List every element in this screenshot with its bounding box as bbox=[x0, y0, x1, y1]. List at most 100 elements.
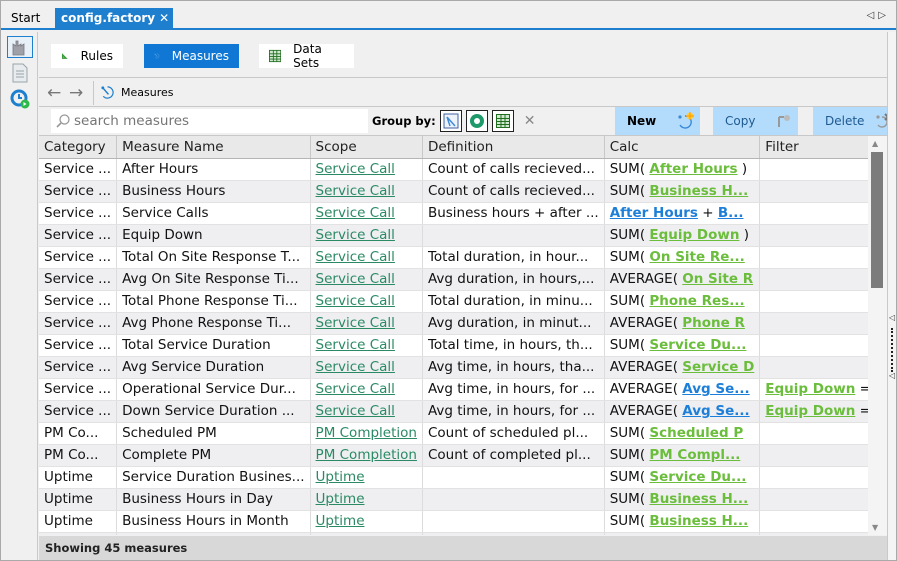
scroll-down-icon[interactable]: ▼ bbox=[872, 523, 878, 532]
calc-function: SUM( bbox=[609, 425, 646, 441]
table-row[interactable]: Service ... Business Hours Service Call Cou… bbox=[39, 180, 887, 203]
calc-reference-link[interactable]: Business H... bbox=[649, 183, 748, 199]
panel-splitter[interactable]: ◁ ◁ bbox=[887, 32, 896, 560]
calc-reference-link[interactable]: Service Du... bbox=[649, 469, 746, 485]
splitter-grip[interactable] bbox=[891, 328, 893, 372]
group-by-data-set-button[interactable] bbox=[491, 110, 514, 132]
calc-reference-link[interactable]: Phone Res... bbox=[649, 293, 744, 309]
back-arrow-icon[interactable]: ← bbox=[47, 83, 65, 103]
vertical-scrollbar[interactable]: ▲ ▼ bbox=[868, 136, 887, 535]
table-row[interactable]: Service ... Avg Service Duration Service C… bbox=[39, 356, 887, 379]
group-by-category-button[interactable] bbox=[439, 110, 462, 132]
calc-reference-link[interactable]: On Site R bbox=[682, 271, 753, 287]
scope-link[interactable]: Uptime bbox=[316, 491, 365, 507]
rail-document-button[interactable] bbox=[7, 62, 33, 84]
table-row[interactable]: Service ... Equip Down Service Call SUM( Eq… bbox=[39, 224, 887, 247]
table-row[interactable]: PM Co... Complete PM PM Completion Count of… bbox=[39, 444, 887, 467]
table-row[interactable]: Service ... Avg Phone Response Ti... Servi… bbox=[39, 312, 887, 335]
table-row[interactable]: Service ... Operational Service Dur... Ser… bbox=[39, 378, 887, 401]
cell-measure-name: Total On Site Response T... bbox=[116, 246, 311, 269]
table-row[interactable]: PM Co... Scheduled PM PM Completion Count o… bbox=[39, 422, 887, 445]
column-header-measure-name[interactable]: Measure Name bbox=[116, 136, 311, 159]
calc-operator: + bbox=[697, 205, 718, 221]
tab-measures[interactable]: Measures bbox=[144, 44, 239, 68]
scrollbar-thumb[interactable] bbox=[871, 152, 883, 288]
table-row[interactable]: Service ... Service Calls Service Call Busi… bbox=[39, 202, 887, 225]
group-by-scope-button[interactable] bbox=[465, 110, 488, 132]
scroll-right-icon[interactable]: ▷ bbox=[878, 10, 890, 21]
calc-reference-link[interactable]: On Site Re... bbox=[649, 249, 744, 265]
calc-reference-link[interactable]: Scheduled P bbox=[649, 425, 743, 441]
search-input[interactable] bbox=[74, 113, 354, 129]
forward-arrow-icon[interactable]: → bbox=[69, 83, 87, 103]
scope-link[interactable]: Service Call bbox=[316, 359, 395, 375]
scope-link[interactable]: PM Completion bbox=[316, 447, 417, 463]
table-row[interactable]: Service ... After Hours Service Call Count … bbox=[39, 158, 887, 181]
calc-reference-link[interactable]: Avg Se... bbox=[682, 403, 749, 419]
calc-function: SUM( bbox=[609, 249, 646, 265]
scope-link[interactable]: Service Call bbox=[316, 293, 395, 309]
column-header-definition[interactable]: Definition bbox=[422, 136, 605, 159]
column-header-scope[interactable]: Scope bbox=[310, 136, 423, 159]
calc-reference-link[interactable]: After Hours bbox=[610, 205, 698, 221]
scope-link[interactable]: Uptime bbox=[316, 513, 365, 529]
calc-operator: ) bbox=[737, 161, 748, 177]
filter-reference-link[interactable]: Equip Down bbox=[765, 403, 855, 419]
filter-reference-link[interactable]: Equip Down bbox=[765, 381, 855, 397]
scope-link[interactable]: Service Call bbox=[316, 161, 395, 177]
tab-config-factory[interactable]: config.factory ✕ bbox=[55, 8, 174, 28]
calc-reference-link[interactable]: Equip Down bbox=[649, 227, 739, 243]
calc-reference-link[interactable]: Service Du... bbox=[649, 337, 746, 353]
scope-link[interactable]: Service Call bbox=[316, 249, 395, 265]
new-button[interactable]: New bbox=[615, 107, 700, 135]
tab-data-sets[interactable]: Data Sets bbox=[259, 42, 354, 70]
close-icon[interactable]: ✕ bbox=[159, 11, 169, 25]
scope-link[interactable]: Uptime bbox=[316, 469, 365, 485]
scroll-left-icon[interactable]: ◁ bbox=[867, 10, 879, 21]
table-row[interactable]: Service ... Avg On Site Response Ti... Ser… bbox=[39, 268, 887, 291]
cell-measure-name: Complete PM bbox=[116, 444, 311, 467]
tab-start[interactable]: Start bbox=[5, 8, 46, 28]
scope-link[interactable]: PM Completion bbox=[316, 425, 417, 441]
breadcrumb-current[interactable]: Measures bbox=[121, 86, 173, 99]
table-row[interactable]: Uptime Business Hours in Day Uptime SUM( Bu… bbox=[39, 488, 887, 511]
calc-reference-link[interactable]: After Hours bbox=[649, 161, 737, 177]
calc-function: SUM( bbox=[609, 491, 646, 507]
calc-reference-link[interactable]: B... bbox=[718, 205, 744, 221]
calc-reference-link[interactable]: Business H... bbox=[649, 513, 748, 529]
collapse-left-icon[interactable]: ◁ bbox=[889, 371, 895, 380]
calc-reference-link[interactable]: Phone R bbox=[682, 315, 745, 331]
scope-link[interactable]: Service Call bbox=[316, 403, 395, 419]
table-grid-icon bbox=[269, 49, 282, 63]
column-header-category[interactable]: Category bbox=[39, 136, 118, 159]
scope-link[interactable]: Service Call bbox=[316, 183, 395, 199]
calc-reference-link[interactable]: Business H... bbox=[649, 491, 748, 507]
scroll-up-icon[interactable]: ▲ bbox=[872, 139, 878, 148]
table-row[interactable]: Service ... Total On Site Response T... Se… bbox=[39, 246, 887, 269]
tab-rules[interactable]: Rules bbox=[51, 44, 123, 68]
cell-definition: Total time, in hours, th... bbox=[422, 334, 605, 357]
column-header-calc[interactable]: Calc bbox=[604, 136, 761, 159]
table-row[interactable]: Service ... Down Service Duration ... Serv… bbox=[39, 400, 887, 423]
table-row[interactable]: Service ... Total Service Duration Service… bbox=[39, 334, 887, 357]
calc-reference-link[interactable]: PM Compl... bbox=[649, 447, 740, 463]
table-row[interactable]: Uptime Business Hours in Month Uptime SUM( … bbox=[39, 510, 887, 533]
scope-link[interactable]: Service Call bbox=[316, 337, 395, 353]
calc-reference-link[interactable]: Service D bbox=[682, 359, 754, 375]
delete-button[interactable]: Delete bbox=[813, 107, 896, 135]
rail-factory-button[interactable] bbox=[7, 36, 33, 58]
scope-link[interactable]: Service Call bbox=[316, 315, 395, 331]
table-row[interactable]: Uptime Service Duration Busines... Uptime S… bbox=[39, 466, 887, 489]
copy-button[interactable]: Copy bbox=[713, 107, 798, 135]
rail-refresh-button[interactable] bbox=[7, 88, 33, 110]
clear-group-icon[interactable]: ✕ bbox=[524, 113, 536, 129]
collapse-left-icon[interactable]: ◁ bbox=[889, 313, 895, 322]
scope-link[interactable]: Service Call bbox=[316, 271, 395, 287]
cell-definition: Total duration, in minu... bbox=[422, 290, 605, 313]
scope-link[interactable]: Service Call bbox=[316, 205, 395, 221]
calc-reference-link[interactable]: Avg Se... bbox=[682, 381, 749, 397]
table-row[interactable]: Service ... Total Phone Response Ti... Ser… bbox=[39, 290, 887, 313]
scope-link[interactable]: Service Call bbox=[316, 227, 395, 243]
scope-link[interactable]: Service Call bbox=[316, 381, 395, 397]
cell-definition: Avg duration, in minut... bbox=[422, 312, 605, 335]
